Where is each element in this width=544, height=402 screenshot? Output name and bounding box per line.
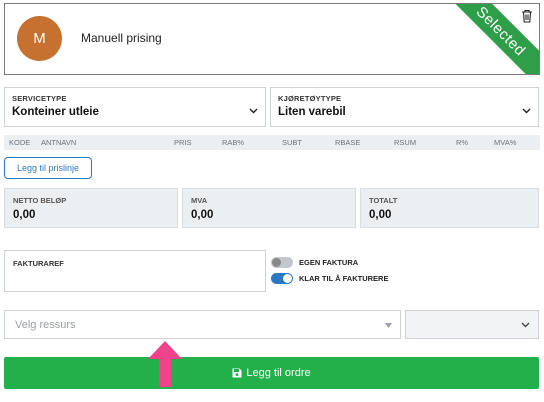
add-price-line-button[interactable]: Legg til prislinje — [4, 157, 92, 179]
totalt-box: TOTALT 0,00 — [360, 188, 539, 228]
avatar: M — [17, 16, 62, 61]
col-antnavn: ANTNAVN — [41, 138, 77, 147]
toggle-knob — [272, 258, 281, 267]
fakturaref-label: FAKTURAREF — [13, 259, 64, 268]
mva-total-box: MVA 0,00 — [182, 188, 356, 228]
kjoretoytype-label: KJØRETØYTYPE — [278, 94, 342, 103]
col-r-pct: R% — [456, 138, 469, 147]
avatar-initial: M — [33, 30, 46, 47]
egen-faktura-toggle[interactable]: EGEN FAKTURA — [271, 256, 358, 269]
toggle-knob — [283, 274, 292, 283]
price-lines-header: KODE ANTNAVN PRIS RAB% SUBT RBASE RSUM R… — [4, 135, 540, 150]
servicetype-select[interactable]: SERVICETYPE Konteiner utleie — [4, 87, 266, 127]
klar-til-fakturere-toggle[interactable]: KLAR TIL Å FAKTURERE — [271, 272, 388, 285]
netto-value: 0,00 — [13, 209, 36, 221]
chevron-down-icon — [249, 108, 258, 114]
klar-til-fakturere-label: KLAR TIL Å FAKTURERE — [299, 274, 389, 283]
chevron-down-icon — [522, 108, 531, 114]
trash-icon[interactable] — [521, 9, 533, 23]
col-subt: SUBT — [282, 138, 303, 147]
price-option-card[interactable]: M Manuell prising Selected — [4, 3, 540, 75]
col-mva: MVA% — [494, 138, 517, 147]
add-to-order-button[interactable]: Legg til ordre — [4, 357, 539, 389]
kjoretoytype-select[interactable]: KJØRETØYTYPE Liten varebil — [270, 87, 539, 127]
servicetype-value: Konteiner utleie — [12, 106, 99, 118]
caret-down-icon — [385, 323, 392, 328]
save-icon — [232, 368, 242, 378]
egen-faktura-label: EGEN FAKTURA — [299, 258, 359, 267]
card-title: Manuell prising — [81, 31, 162, 45]
col-pris: PRIS — [174, 138, 192, 147]
mva-value: 0,00 — [191, 209, 214, 221]
col-rab: RAB% — [222, 138, 245, 147]
col-rsum: RSUM — [394, 138, 417, 147]
toggle-track[interactable] — [271, 273, 293, 284]
fakturaref-field[interactable]: FAKTURAREF — [4, 250, 266, 292]
mva-label: MVA — [191, 196, 208, 205]
secondary-select[interactable] — [405, 310, 539, 339]
arrow-up-icon — [148, 341, 182, 387]
toggle-track[interactable] — [271, 257, 293, 268]
netto-label: NETTO BELØP — [13, 196, 67, 205]
servicetype-label: SERVICETYPE — [12, 94, 67, 103]
totalt-value: 0,00 — [369, 209, 392, 221]
ressurs-select[interactable]: Velg ressurs — [4, 310, 401, 339]
col-kode: KODE — [9, 138, 31, 147]
ressurs-placeholder: Velg ressurs — [15, 319, 76, 331]
add-to-order-label: Legg til ordre — [246, 367, 311, 379]
col-rbase: RBASE — [335, 138, 361, 147]
netto-total-box: NETTO BELØP 0,00 — [4, 188, 178, 228]
kjoretoytype-value: Liten varebil — [278, 106, 346, 118]
totalt-label: TOTALT — [369, 196, 398, 205]
chevron-down-icon — [521, 322, 530, 328]
